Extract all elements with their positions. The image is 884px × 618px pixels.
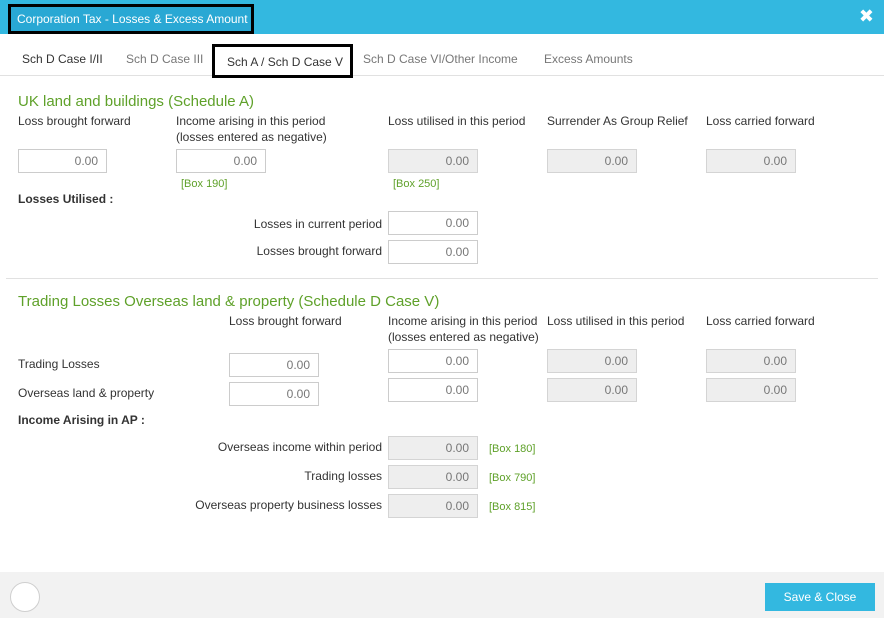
property-losses-label: Overseas property business losses [195,498,382,512]
surrender-header: Surrender As Group Relief [547,114,688,128]
overseas-income-label: Overseas income within period [217,440,382,454]
loss-bf-header: Loss brought forward [18,114,131,128]
trading-losses-row-label: Trading Losses [18,357,100,371]
loss-cf-header: Loss carried forward [706,114,815,128]
box-180-hint: [Box 180] [489,443,536,455]
income-header: Income arising in this period [176,114,326,128]
overseas-property-income-input[interactable]: 0.00 [388,378,478,402]
box-190-hint: [Box 190] [181,178,228,190]
tab-sch-d-case-6[interactable]: Sch D Case VI/Other Income [363,52,518,66]
d5-loss-bf-header: Loss brought forward [229,314,342,328]
d5-income-header: Income arising in this period [388,314,538,328]
window-title: Corporation Tax - Losses & Excess Amount [17,12,248,26]
losses-current-period-label: Losses in current period [253,217,382,231]
save-close-button[interactable]: Save & Close [765,583,875,611]
box-790-hint: [Box 790] [489,472,536,484]
schedule-a-loss-utilised-field: 0.00 [388,149,478,173]
tab-sch-a-sch-d-case-5[interactable]: Sch A / Sch D Case V [212,44,353,78]
overseas-property-loss-utilised-field: 0.00 [547,378,637,402]
schedule-a-title: UK land and buildings (Schedule A) [18,93,254,110]
losses-brought-forward-label: Losses brought forward [256,244,382,258]
trading-losses-loss-bf-input[interactable]: 0.00 [229,353,319,377]
close-icon[interactable]: ✖ [859,6,874,27]
schedule-a-loss-cf-field: 0.00 [706,149,796,173]
income-arising-heading: Income Arising in AP : [18,413,145,427]
overseas-property-loss-bf-input[interactable]: 0.00 [229,382,319,406]
title-bar: Corporation Tax - Losses & Excess Amount… [0,0,884,34]
losses-brought-forward-input[interactable]: 0.00 [388,240,478,264]
schedule-a-income-input[interactable]: 0.00 [176,149,266,173]
loss-utilised-header: Loss utilised in this period [388,114,526,128]
d5-loss-cf-header: Loss carried forward [706,314,815,328]
trading-losses-label: Trading losses [304,469,382,483]
tab-bar: Sch D Case I/II Sch D Case III Sch D Cas… [0,44,884,76]
trading-losses-income-input[interactable]: 0.00 [388,349,478,373]
overseas-property-row-label: Overseas land & property [18,386,155,400]
trading-losses-loss-utilised-field: 0.00 [547,349,637,373]
trading-losses-loss-cf-field: 0.00 [706,349,796,373]
tab-excess-amounts[interactable]: Excess Amounts [544,52,633,66]
window-title-box: Corporation Tax - Losses & Excess Amount [8,4,254,34]
save-close-label: Save & Close [783,590,857,604]
tab-sch-d-case-1-2[interactable]: Sch D Case I/II [22,52,103,66]
section-divider [6,278,878,279]
property-losses-field: 0.00 [388,494,478,518]
overseas-income-field: 0.00 [388,436,478,460]
help-button[interactable] [10,582,40,612]
schedule-a-loss-bf-input[interactable]: 0.00 [18,149,107,173]
losses-current-period-input[interactable]: 0.00 [388,211,478,235]
losses-utilised-heading: Losses Utilised : [18,192,114,206]
tab-sch-a-label: Sch A / Sch D Case V [227,55,344,69]
tab-sch-d-case-3[interactable]: Sch D Case III [126,52,203,66]
trading-losses-field: 0.00 [388,465,478,489]
box-815-hint: [Box 815] [489,501,536,513]
d5-income-header-note: (losses entered as negative) [388,330,539,344]
schedule-d5-title: Trading Losses Overseas land & property … [18,293,440,310]
box-250-hint: [Box 250] [393,178,440,190]
footer-bar: Save & Close [0,572,884,618]
d5-loss-utilised-header: Loss utilised in this period [547,314,685,328]
schedule-a-surrender-field: 0.00 [547,149,637,173]
income-header-note: (losses entered as negative) [176,130,327,144]
overseas-property-loss-cf-field: 0.00 [706,378,796,402]
